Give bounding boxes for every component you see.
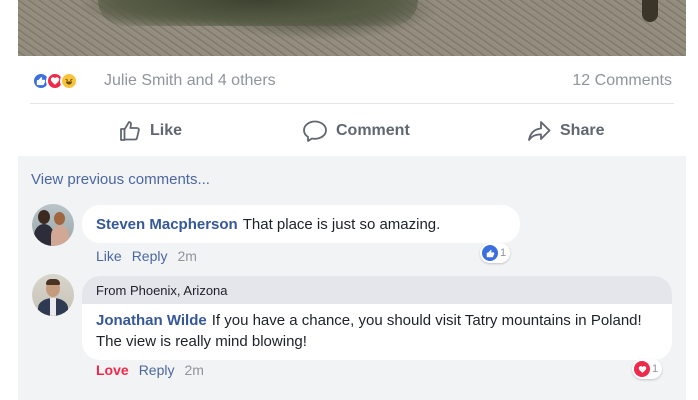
page-margin-left — [0, 0, 18, 400]
reaction-count: 1 — [652, 363, 659, 375]
comment-text: Steven Macpherson That place is just so a… — [96, 214, 440, 235]
comment-timestamp[interactable]: 2m — [184, 362, 203, 378]
comment-button-label: Comment — [336, 122, 410, 139]
share-button-label: Share — [560, 122, 605, 139]
comment-timestamp[interactable]: 2m — [177, 248, 196, 264]
comment-count-link[interactable]: 12 Comments — [572, 72, 672, 90]
comment-reply-link[interactable]: Reply — [132, 248, 168, 264]
share-button[interactable]: Share — [526, 118, 604, 144]
comment-reply-link[interactable]: Reply — [139, 362, 175, 378]
heart-icon — [634, 361, 650, 377]
comment-like-link[interactable]: Like — [96, 248, 122, 264]
comments-section: View previous comments... Steven Macpher… — [18, 156, 686, 400]
avatar[interactable] — [32, 274, 74, 316]
like-button-label: Like — [150, 122, 183, 139]
post-stats-bar: Julie Smith and 4 others 12 Comments — [18, 64, 686, 98]
like-button[interactable]: Like — [118, 118, 182, 144]
thumbs-up-outline-icon — [118, 119, 142, 143]
comment-text: Jonathan Wilde If you have a chance, you … — [96, 310, 656, 352]
comment-reaction-badge[interactable]: 1 — [480, 243, 511, 263]
photo-figure — [642, 0, 658, 22]
comment-reaction-badge[interactable]: 1 — [632, 359, 663, 379]
reaction-count: 1 — [500, 247, 507, 259]
divider — [30, 103, 674, 104]
laughing-face-icon — [60, 72, 78, 90]
comment-meta: Love Reply 2m — [96, 362, 204, 378]
avatar[interactable] — [32, 204, 74, 246]
comment-meta: Like Reply 2m — [96, 248, 197, 264]
post-photo[interactable] — [18, 0, 686, 56]
page-margin-right — [686, 0, 698, 400]
photo-foliage — [98, 0, 418, 26]
reaction-icons[interactable] — [32, 72, 102, 90]
comment-bubble: Steven Macpherson That place is just so a… — [82, 205, 520, 243]
view-previous-comments-link[interactable]: View previous comments... — [31, 171, 210, 188]
comment-bubble: From Phoenix, Arizona Jonathan Wilde If y… — [82, 276, 672, 360]
post-action-bar: Like Comment Share — [18, 112, 686, 150]
comment-body: That place is just so amazing. — [242, 216, 441, 233]
share-arrow-icon — [526, 119, 552, 143]
comment-love-link[interactable]: Love — [96, 362, 129, 378]
comment-location-header: From Phoenix, Arizona — [82, 276, 672, 304]
thumbs-up-icon — [482, 245, 498, 261]
reaction-summary-link[interactable]: Julie Smith and 4 others — [104, 72, 276, 90]
comment-button[interactable]: Comment — [302, 118, 410, 144]
comment-author-link[interactable]: Jonathan Wilde — [96, 312, 207, 329]
comment-author-link[interactable]: Steven Macpherson — [96, 216, 238, 233]
post-card: Julie Smith and 4 others 12 Comments Lik… — [18, 0, 686, 400]
speech-bubble-icon — [302, 119, 328, 143]
